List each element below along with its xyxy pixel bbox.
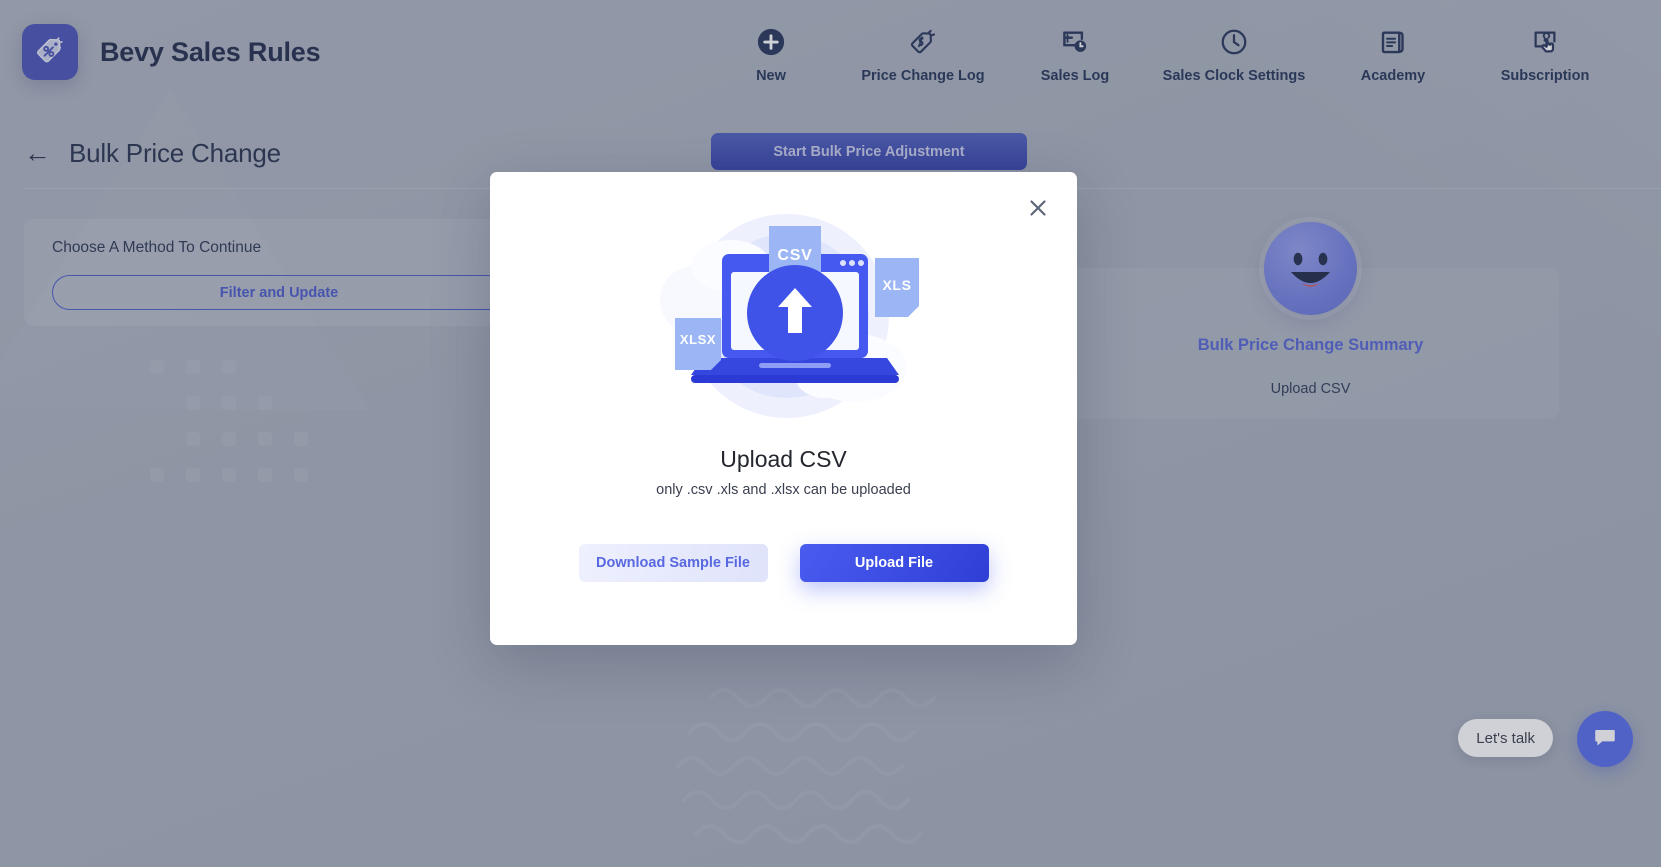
svg-text:CSV: CSV (777, 247, 812, 264)
upload-csv-modal: XLSX CSV XLS Upload CSV only .csv .xls a… (490, 172, 1077, 645)
download-sample-file-button[interactable]: Download Sample File (578, 544, 768, 582)
modal-subtitle: only .csv .xls and .xlsx can be uploaded (656, 482, 911, 498)
svg-text:XLS: XLS (882, 277, 911, 293)
modal-actions: Download Sample File Upload File (490, 544, 1077, 582)
upload-file-button[interactable]: Upload File (799, 544, 989, 582)
laptop-upload-illustration: XLSX CSV XLS (490, 208, 1077, 438)
svg-text:XLSX: XLSX (679, 332, 715, 347)
modal-title: Upload CSV (720, 446, 847, 472)
